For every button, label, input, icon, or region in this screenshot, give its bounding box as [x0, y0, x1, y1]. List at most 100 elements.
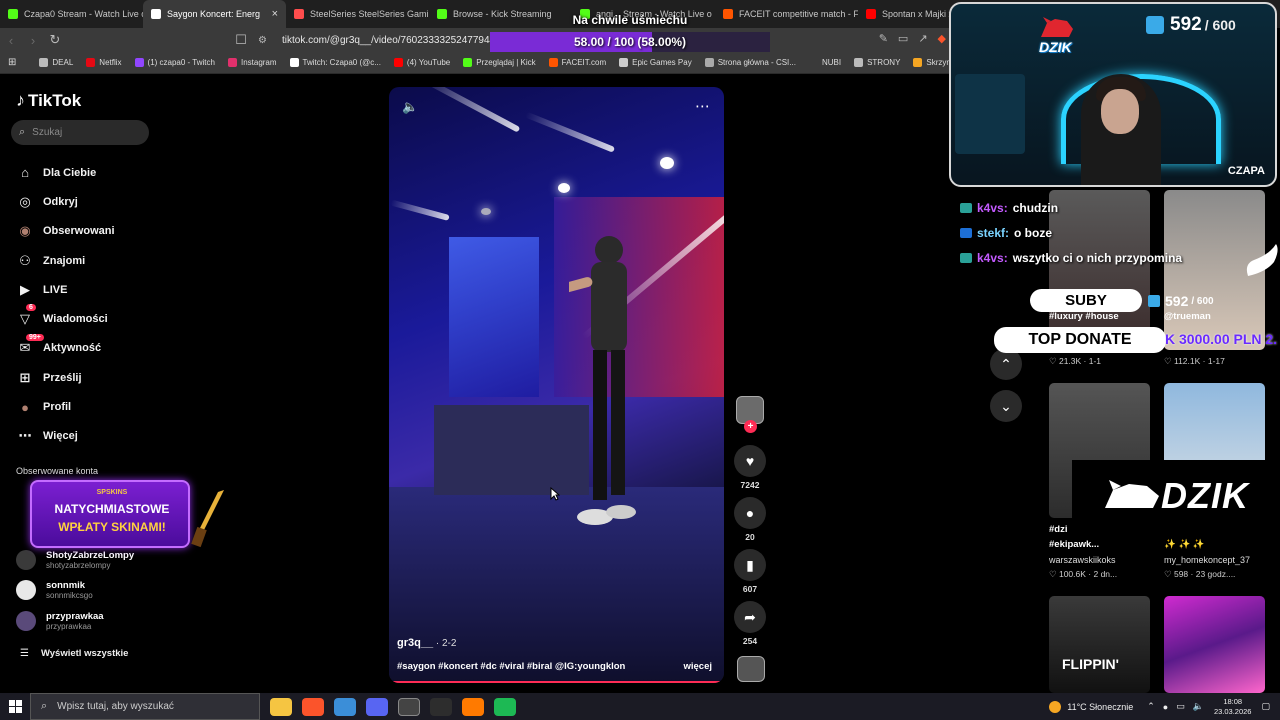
tab-title: Browse - Kick Streaming [453, 9, 552, 19]
brave-shield-icon[interactable]: ◆ [938, 32, 946, 45]
stage-light [481, 208, 491, 215]
share-button[interactable]: ➦ 254 [734, 601, 766, 646]
video-author[interactable]: warszawskiikoks [1049, 555, 1116, 565]
bookmark-label: Instagram [240, 58, 277, 67]
chat-username: k4vs: [977, 251, 1008, 265]
followed-account[interactable]: ShotyZabrzeLompy shotyzabrzelompy [16, 550, 134, 570]
brave-icon[interactable] [302, 697, 324, 716]
taskbar-search-input[interactable]: ⌕ Wpisz tutaj, aby wyszukać [30, 693, 260, 720]
bookmark-item[interactable]: FACEIT.com [548, 58, 606, 67]
search-input[interactable]: ⌕ Szukaj [11, 120, 149, 145]
apps-grid-icon[interactable]: ⊞ [8, 57, 16, 68]
account-handle: przyprawkaa [46, 622, 92, 631]
caption-more-link[interactable]: więcej [683, 661, 712, 672]
bookmark-item[interactable]: Instagram [227, 58, 277, 67]
sidebar-item-obserwowani[interactable]: ◉ Obserwowani [16, 217, 156, 246]
suby-counter: 592 / 600 [1148, 293, 1214, 309]
video-thumbnail[interactable] [1049, 190, 1150, 350]
clock[interactable]: 18:08 23.03.2026 [1214, 697, 1252, 717]
performer [569, 236, 636, 525]
volume-icon[interactable]: 🔈 [402, 99, 418, 115]
bookmark-favicon-icon [548, 58, 558, 67]
bookmark-item[interactable]: NUBI [808, 58, 841, 67]
spotify-icon[interactable] [494, 697, 516, 716]
translate-icon[interactable]: ✎ [879, 32, 888, 45]
sidebar-item-dla-ciebie[interactable]: ⌂ Dla Ciebie [16, 158, 156, 187]
video-author[interactable]: my_homekoncept_37 [1164, 555, 1250, 565]
bookmark-item[interactable]: STRONY [854, 58, 900, 67]
site-info-icon[interactable]: ⚙ [258, 35, 270, 46]
discord-icon[interactable] [366, 697, 388, 716]
browser-tab[interactable]: SteelSeries SteelSeries Gaming [286, 0, 429, 28]
followed-account[interactable]: przyprawkaa przyprawkaa [16, 611, 104, 631]
sidebar-item-odkryj[interactable]: ◎ Odkryj [16, 187, 156, 216]
app-icon[interactable] [462, 697, 484, 716]
tab-title: Saygon Koncert: Energ [167, 9, 261, 19]
close-tab-icon[interactable]: × [272, 8, 278, 20]
bookmark-item[interactable]: Twitch: Czapa0 (@c... [289, 58, 381, 67]
sidebar-item-wi-cej[interactable]: ⋯ Więcej [16, 422, 156, 451]
streamer-face [1101, 89, 1139, 134]
browser-tab[interactable]: Browse - Kick Streaming [429, 0, 572, 28]
back-icon[interactable]: ‹ [0, 33, 22, 48]
bookmark-item[interactable]: Netflix [86, 58, 122, 67]
followed-account[interactable]: sonnmik sonnmikcsgo [16, 580, 93, 600]
reload-icon[interactable]: ↻ [44, 32, 66, 48]
start-button[interactable] [0, 693, 30, 720]
tiktok-logo[interactable]: ♪ TikTok [16, 90, 81, 111]
browser-tab[interactable]: FACEIT competitive match - FA [715, 0, 858, 28]
windows-taskbar: ⌕ Wpisz tutaj, aby wyszukać 11°C Słonecz… [0, 693, 1280, 720]
forward-icon[interactable]: › [22, 33, 44, 48]
obs-icon[interactable] [430, 697, 452, 716]
tab-favicon-icon [151, 9, 161, 19]
browser-tab[interactable]: Saygon Koncert: Energ × [143, 0, 286, 28]
browser-tab[interactable]: Czapa0 Stream - Watch Live on [0, 0, 143, 28]
bookmark-favicon-icon [854, 58, 864, 67]
bookmark-icon[interactable]: ☐ [230, 32, 252, 48]
video-thumbnail[interactable] [1049, 596, 1150, 693]
sidebar-item-znajomi[interactable]: ⚇ Znajomi [16, 246, 156, 275]
file-explorer-icon[interactable] [270, 697, 292, 716]
chat-text: chudzin [1012, 201, 1059, 215]
video-author[interactable]: gr3q__ · 2-2 [397, 637, 456, 649]
sidebar-item-live[interactable]: ▶ LIVE [16, 275, 156, 304]
chevron-up-icon: ⌃ [1000, 355, 1012, 372]
bookmark-item[interactable]: DEAL [39, 58, 73, 67]
music-disc-icon[interactable] [737, 656, 765, 682]
weather-text[interactable]: 11°C Słonecznie [1067, 702, 1133, 712]
dzik-banner-text: DZIK [1161, 475, 1249, 516]
bookmark-item[interactable]: (1) czapa0 - Twitch [134, 58, 215, 67]
share-icon[interactable]: ↗ [918, 32, 927, 45]
more-options-icon[interactable]: ⋯ [695, 97, 710, 115]
video-thumbnail[interactable] [1164, 596, 1265, 693]
follow-plus-icon[interactable]: + [744, 420, 757, 433]
bookmark-item[interactable]: (4) YouTube [393, 58, 450, 67]
bookmark-item[interactable]: Strona główna - CSI... [704, 58, 796, 67]
comment-button[interactable]: ● 20 [734, 497, 766, 542]
volume-icon[interactable]: 🔈 [1193, 701, 1204, 712]
bookmark-item[interactable]: Przeglądaj | Kick [463, 58, 536, 67]
steam-icon[interactable] [334, 697, 356, 716]
sidebar-item-prze-lij[interactable]: ⊞ Prześlij [16, 363, 156, 392]
upload-icon: ⊞ [19, 369, 31, 385]
tray-up-icon[interactable]: ⌃ [1147, 701, 1155, 712]
next-video-button[interactable]: ⌄ [990, 390, 1022, 422]
bookmark-item[interactable]: Epic Games Pay [619, 58, 692, 67]
mic-icon[interactable]: ● [1163, 702, 1168, 712]
notifications-icon[interactable]: ▢ [1261, 701, 1270, 712]
like-button[interactable]: ♥ 7242 [734, 445, 766, 490]
bookmark-label: Przeglądaj | Kick [476, 58, 536, 67]
video-player[interactable]: 🔈 ⋯ gr3q__ · 2-2 #saygon #koncert #dc #v… [389, 87, 724, 683]
video-progress-bar[interactable] [389, 681, 724, 683]
sidebar-item-aktywno-[interactable]: ✉ 99+ Aktywność [16, 333, 156, 363]
screen-icon[interactable]: ▭ [898, 32, 908, 45]
save-button[interactable]: ▮ 607 [734, 549, 766, 594]
network-icon[interactable]: ▭ [1176, 701, 1185, 712]
video-meta: ♡ 100.6K · 2 dn... [1049, 569, 1118, 579]
sidebar-item-wiadomo-ci[interactable]: ▽ 6 Wiadomości [16, 304, 156, 333]
epic-games-icon[interactable] [398, 697, 420, 716]
show-all-button[interactable]: ☰ Wyświetl wszystkie [20, 648, 128, 659]
comment-icon: ● [734, 497, 766, 529]
sidebar-item-profil[interactable]: ● Profil [16, 392, 156, 421]
thumbnail-text: FLIPPIN' [1062, 656, 1119, 672]
